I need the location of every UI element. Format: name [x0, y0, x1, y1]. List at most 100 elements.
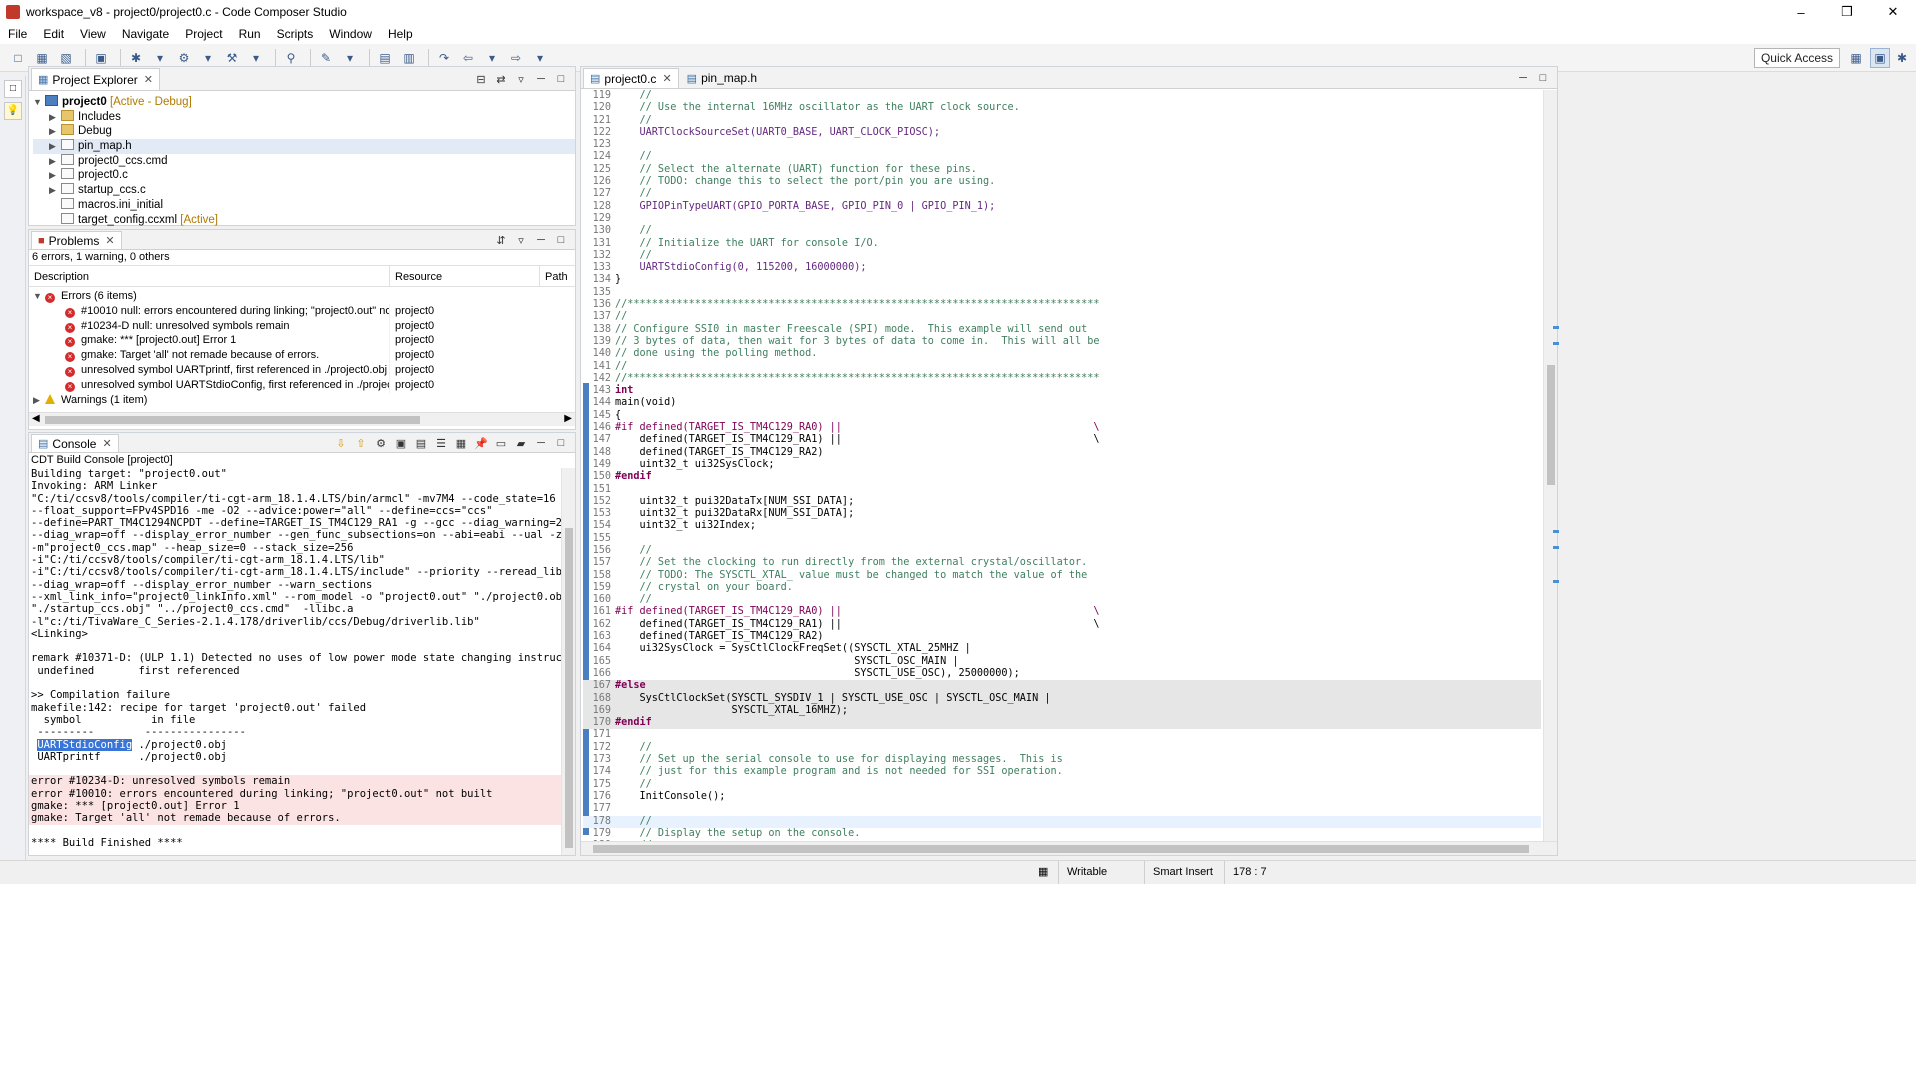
maximize-icon[interactable]: □ — [553, 232, 569, 248]
code-line[interactable]: 176 InitConsole(); — [583, 791, 1541, 803]
occurrence-marker[interactable] — [1553, 342, 1559, 345]
menu-navigate[interactable]: Navigate — [114, 27, 177, 41]
scroll-thumb[interactable] — [45, 416, 420, 424]
minimize-icon[interactable]: ─ — [533, 435, 549, 451]
code-line[interactable]: 130 // — [583, 225, 1541, 237]
code-line[interactable]: 152 uint32_t pui32DataTx[NUM_SSI_DATA]; — [583, 496, 1541, 508]
warnings-group-row[interactable]: ▶ Warnings (1 item) — [29, 393, 575, 408]
tab-console[interactable]: ▤ Console ✕ — [31, 434, 119, 452]
scroll-lock-icon[interactable]: ▦ — [453, 435, 469, 451]
column-path[interactable]: Path — [540, 266, 575, 286]
code-line[interactable]: 163 defined(TARGET_IS_TM4C129_RA2) — [583, 631, 1541, 643]
save-icon[interactable]: ▦ — [32, 48, 52, 68]
clear-console-icon[interactable]: ▤ — [413, 435, 429, 451]
dropdown-arrow-icon[interactable]: ▾ — [340, 48, 360, 68]
errors-group-row[interactable]: ▼ × Errors (6 items) — [29, 289, 575, 304]
occurrence-marker[interactable] — [1553, 326, 1559, 329]
code-line[interactable]: 165 SYSCTL_OSC_MAIN | — [583, 656, 1541, 668]
code-line[interactable]: 147 defined(TARGET_IS_TM4C129_RA1) || \ — [583, 434, 1541, 446]
dropdown-arrow-icon[interactable]: ▾ — [198, 48, 218, 68]
code-line[interactable]: 171 — [583, 729, 1541, 741]
open-perspective-icon[interactable]: ▦ — [1846, 48, 1866, 68]
dropdown-arrow-icon[interactable]: ▾ — [482, 48, 502, 68]
view-menu-icon[interactable]: ▿ — [513, 232, 529, 248]
console-vscrollbar[interactable] — [561, 468, 575, 855]
view-menu-icon[interactable]: ▿ — [513, 71, 529, 87]
problem-row[interactable]: × gmake: Target 'all' not remade because … — [29, 348, 575, 363]
menu-window[interactable]: Window — [321, 27, 380, 41]
quick-access-field[interactable]: Quick Access — [1753, 48, 1840, 68]
code-line[interactable]: 175 // — [583, 779, 1541, 791]
occurrence-marker[interactable] — [1553, 580, 1559, 583]
problems-hscrollbar[interactable]: ◀ ▶ — [29, 412, 575, 426]
occurrence-marker[interactable] — [1553, 530, 1559, 533]
chevron-down-icon[interactable]: ▼ — [33, 289, 45, 304]
code-line[interactable]: 132 // — [583, 250, 1541, 262]
chevron-right-icon[interactable]: ▶ — [49, 154, 61, 169]
filter-icon[interactable]: ⇵ — [493, 232, 509, 248]
code-line[interactable]: 174 // just for this example program and… — [583, 766, 1541, 778]
link-editor-icon[interactable]: ⇄ — [493, 71, 509, 87]
tree-item[interactable]: ▶ project0.c — [33, 168, 575, 183]
search-icon[interactable]: ⚲ — [281, 48, 301, 68]
code-line[interactable]: 143 int — [583, 385, 1541, 397]
tab-project-explorer[interactable]: ▦ Project Explorer ✕ — [31, 68, 160, 90]
scroll-thumb[interactable] — [1547, 365, 1555, 485]
scroll-left-icon[interactable]: ◀ — [32, 413, 40, 424]
open-type-icon[interactable]: ✎ — [316, 48, 336, 68]
close-icon[interactable]: ✕ — [662, 72, 671, 85]
code-line[interactable]: 129 — [583, 213, 1541, 225]
code-line[interactable]: 151 — [583, 484, 1541, 496]
dropdown-arrow-icon[interactable]: ▾ — [150, 48, 170, 68]
code-line[interactable]: 138 // Configure SSI0 in master Freescale… — [583, 324, 1541, 336]
code-line[interactable]: 135 — [583, 287, 1541, 299]
code-line[interactable]: 119 // — [583, 90, 1541, 102]
scroll-right-icon[interactable]: ▶ — [564, 413, 572, 424]
editor-vscrollbar[interactable] — [1543, 90, 1559, 841]
pin-console-icon[interactable]: 📌 — [473, 435, 489, 451]
terminal-icon[interactable]: ▣ — [91, 48, 111, 68]
ccs-debug-perspective-icon[interactable]: ✱ — [1892, 48, 1912, 68]
code-line[interactable]: 128 GPIOPinTypeUART(GPIO_PORTA_BASE, GPI… — [583, 201, 1541, 213]
tab-project0-c[interactable]: ▤ project0.c ✕ — [583, 68, 679, 88]
code-editor[interactable]: 119 //120 // Use the internal 16MHz osci… — [583, 90, 1541, 841]
tab-pin-map-h[interactable]: ▤ pin_map.h — [680, 68, 764, 88]
code-line[interactable]: 164 ui32SysClock = SysCtlClockFreqSet((S… — [583, 643, 1541, 655]
code-line[interactable]: 159 // crystal on your board. — [583, 582, 1541, 594]
code-line[interactable]: 133 UARTStdioConfig(0, 115200, 16000000)… — [583, 262, 1541, 274]
tree-item[interactable]: macros.ini_initial — [33, 197, 575, 213]
menu-edit[interactable]: Edit — [35, 27, 72, 41]
code-line[interactable]: 126 // TODO: change this to select the p… — [583, 176, 1541, 188]
copy-build-log-icon[interactable]: ▣ — [393, 435, 409, 451]
code-line[interactable]: 160 // — [583, 594, 1541, 606]
debug-icon[interactable]: ✱ — [126, 48, 146, 68]
status-icon[interactable]: ▦ — [1030, 861, 1054, 884]
code-line[interactable]: 162 defined(TARGET_IS_TM4C129_RA1) || \ — [583, 619, 1541, 631]
close-button[interactable]: ✕ — [1870, 0, 1916, 24]
maximize-button[interactable]: ❒ — [1824, 0, 1870, 24]
column-resource[interactable]: Resource — [390, 266, 540, 286]
code-line[interactable]: 142 //***********************************… — [583, 373, 1541, 385]
code-line[interactable]: 139 // 3 bytes of data, then wait for 3 b… — [583, 336, 1541, 348]
code-line[interactable]: 137 // — [583, 311, 1541, 323]
toggle-breadcrumb-icon[interactable]: ▤ — [375, 48, 395, 68]
tree-item[interactable]: ▶ Includes — [33, 109, 575, 125]
code-line[interactable]: 125 // Select the alternate (UART) funct… — [583, 164, 1541, 176]
open-console-icon[interactable]: ▰ — [513, 435, 529, 451]
back-arrow-icon[interactable]: ⇦ — [458, 48, 478, 68]
menu-file[interactable]: File — [0, 27, 35, 41]
occurrence-marker[interactable] — [1553, 546, 1559, 549]
code-line[interactable]: 179 // Display the setup on the console. — [583, 828, 1541, 840]
scroll-thumb[interactable] — [565, 528, 573, 848]
chevron-right-icon[interactable]: ▶ — [49, 168, 61, 183]
problem-row[interactable]: × gmake: *** [project0.out] Error 1 projec… — [29, 333, 575, 349]
column-description[interactable]: Description — [29, 266, 390, 286]
code-line[interactable]: 141 // — [583, 361, 1541, 373]
code-line[interactable]: 122 UARTClockSourceSet(UART0_BASE, UART_… — [583, 127, 1541, 139]
tree-item[interactable]: ▶ Debug — [33, 124, 575, 139]
code-line[interactable]: 153 uint32_t pui32DataRx[NUM_SSI_DATA]; — [583, 508, 1541, 520]
menu-project[interactable]: Project — [177, 27, 230, 41]
editor-hscrollbar[interactable] — [581, 841, 1557, 855]
code-line[interactable]: 161 #if defined(TARGET_IS_TM4C129_RA0) ||… — [583, 606, 1541, 618]
code-line[interactable]: 178 // — [583, 815, 1541, 828]
